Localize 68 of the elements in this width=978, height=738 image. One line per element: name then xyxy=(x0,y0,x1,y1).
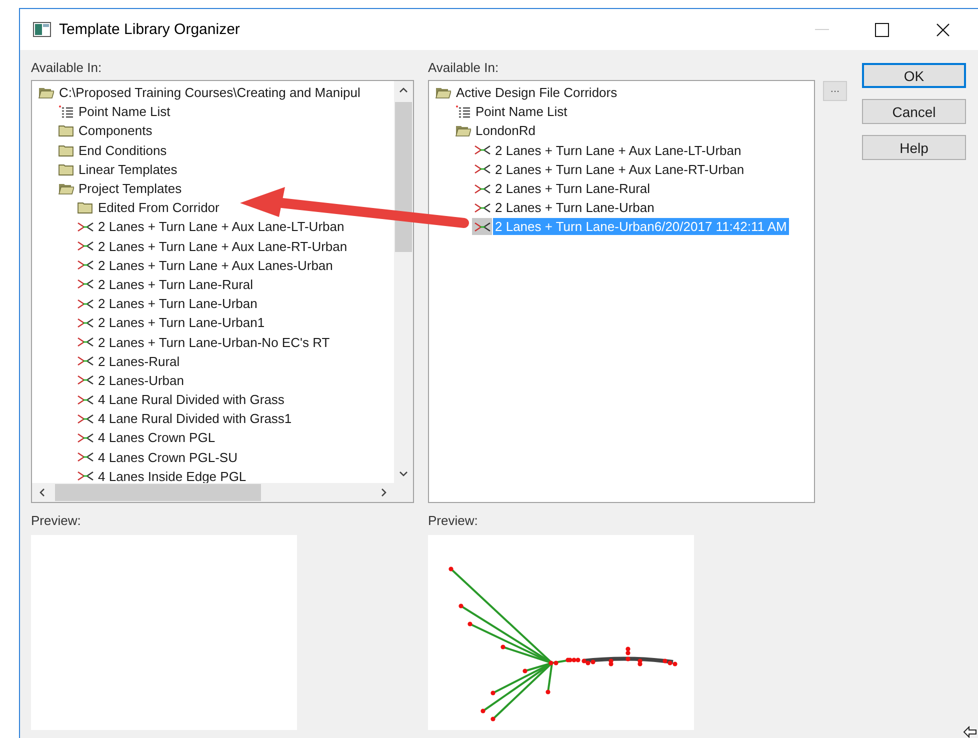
cross-section-icon xyxy=(474,145,490,156)
panel-label: Available In: xyxy=(428,60,500,77)
tree-item[interactable]: 2 Lanes + Turn Lane-Urban xyxy=(96,295,260,312)
browse-button[interactable]: ... xyxy=(823,81,847,101)
scroll-left-icon[interactable] xyxy=(39,488,45,497)
tree-item[interactable]: End Conditions xyxy=(76,142,169,159)
tree-item[interactable]: 4 Lane Rural Divided with Grass1 xyxy=(96,410,294,428)
minimize-icon xyxy=(815,28,829,30)
cursor-icon xyxy=(963,726,977,738)
scroll-down-icon[interactable] xyxy=(399,471,408,477)
cross-section-icon xyxy=(76,471,94,482)
dialog-button[interactable]: Cancel xyxy=(862,99,966,124)
cross-section-icon xyxy=(76,375,94,386)
window-title: Template Library Organizer xyxy=(59,21,240,38)
tree-item[interactable]: 2 Lanes + Turn Lane-Urban1 xyxy=(96,314,267,332)
maximize-icon xyxy=(875,22,889,36)
dialog-button[interactable]: OK xyxy=(862,63,966,88)
tree-item[interactable]: 4 Lane Rural Divided with Grass xyxy=(96,391,286,408)
tree-item[interactable]: 2 Lanes + Turn Lane + Aux Lane-RT-Urban xyxy=(493,160,746,178)
tree-item[interactable]: Linear Templates xyxy=(76,160,180,178)
tree-item[interactable]: 2 Lanes + Turn Lane-Rural xyxy=(96,276,256,293)
cross-section-icon xyxy=(474,222,490,232)
cross-section-icon xyxy=(76,222,94,232)
preview-label: Preview: xyxy=(428,513,478,528)
tree-item[interactable]: 2 Lanes + Turn Lane + Aux Lane-RT-Urban xyxy=(96,238,350,255)
tree-item[interactable]: 4 Lanes Crown PGL xyxy=(96,429,218,446)
tree-item[interactable]: 4 Lanes Crown PGL-SU xyxy=(96,448,240,466)
cross-section-icon xyxy=(76,260,94,270)
cross-section-icon xyxy=(76,452,94,462)
tree-item[interactable]: Point Name List xyxy=(474,103,570,120)
tree-item[interactable]: Point Name List xyxy=(76,103,172,120)
tree-item[interactable]: Edited From Corridor xyxy=(96,199,222,216)
scroll-right-icon[interactable] xyxy=(381,488,387,497)
tree-item[interactable]: 2 Lanes + Turn Lane-Rural xyxy=(493,180,652,198)
horizontal-scrollbar[interactable] xyxy=(32,483,394,502)
list-icon xyxy=(454,104,470,119)
cross-section-icon xyxy=(76,241,94,252)
tree-item[interactable]: 2 Lanes-Urban xyxy=(96,372,186,389)
tree-item[interactable]: Project Templates xyxy=(76,180,184,198)
tree-item[interactable]: C:\Proposed Training Courses\Creating and Manipul xyxy=(57,84,362,102)
tree-item[interactable]: Components xyxy=(76,122,154,140)
scroll-up-icon[interactable] xyxy=(399,87,408,93)
tree-item[interactable]: Active Design File Corridors xyxy=(454,84,620,102)
cross-section-icon xyxy=(76,432,94,443)
cross-section-icon xyxy=(76,337,94,348)
cross-section-icon xyxy=(76,394,94,405)
tree-item[interactable]: 2 Lanes + Turn Lane + Aux Lanes-Urban xyxy=(96,256,335,274)
list-icon xyxy=(58,104,74,119)
cross-section-icon xyxy=(474,202,490,213)
cross-section-icon xyxy=(76,414,94,424)
dialog-button[interactable]: Help xyxy=(862,135,966,160)
cross-section-icon xyxy=(76,298,94,309)
tree-item[interactable]: LondonRd xyxy=(474,122,538,140)
tree-item[interactable]: 2 Lanes + Turn Lane + Aux Lane-LT-Urban xyxy=(493,142,744,159)
cross-section-icon xyxy=(76,279,94,290)
cross-section-icon xyxy=(474,164,490,174)
tree-item[interactable]: 2 Lanes-Rural xyxy=(96,352,182,370)
tree-item[interactable]: 2 Lanes + Turn Lane-Urban xyxy=(493,199,656,216)
cross-section-icon xyxy=(474,184,490,194)
tree-item[interactable]: 2 Lanes + Turn Lane + Aux Lane-LT-Urban xyxy=(96,218,346,236)
panel-label: Available In: xyxy=(31,60,103,77)
vertical-scrollbar[interactable] xyxy=(394,81,413,483)
tree-item[interactable]: 2 Lanes + Turn Lane-Urban-No EC's RT xyxy=(96,334,332,351)
app-icon xyxy=(33,22,51,37)
cross-section-icon xyxy=(76,318,94,328)
cross-section-icon xyxy=(76,356,94,366)
preview-label: Preview: xyxy=(31,513,81,528)
close-icon xyxy=(936,22,950,36)
